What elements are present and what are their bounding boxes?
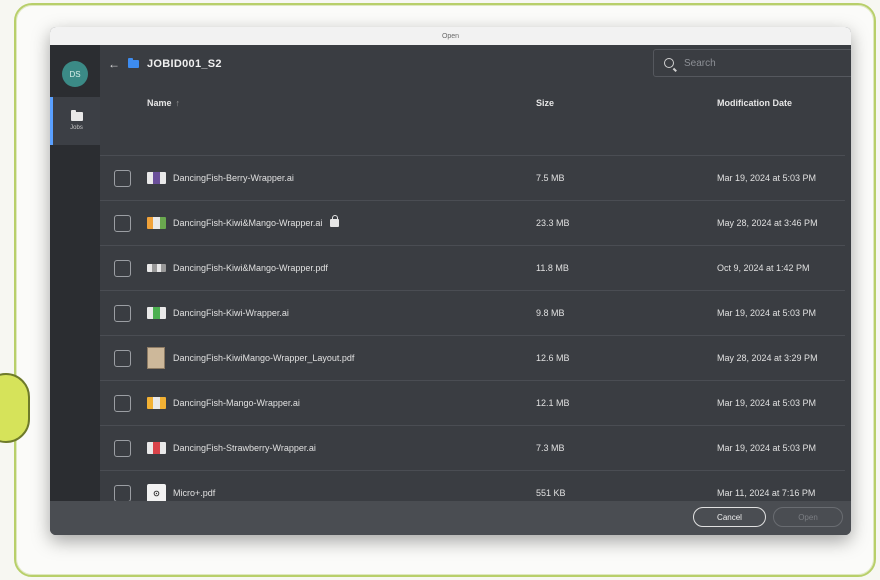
- file-date: Oct 9, 2024 at 1:42 PM: [717, 263, 810, 273]
- rail-item-jobs[interactable]: Jobs: [50, 97, 100, 145]
- file-date: Mar 19, 2024 at 5:03 PM: [717, 398, 817, 408]
- arrow-left-icon[interactable]: ←: [108, 57, 122, 71]
- row-checkbox[interactable]: [114, 484, 131, 502]
- file-date: May 28, 2024 at 3:29 PM: [717, 353, 818, 363]
- open-button[interactable]: Open: [773, 507, 843, 527]
- file-thumbnail: [147, 264, 166, 272]
- file-name: DancingFish-Strawberry-Wrapper.ai: [173, 443, 316, 453]
- table-row[interactable]: DancingFish-Mango-Wrapper.ai 12.1 MB Mar…: [100, 380, 845, 425]
- file-thumbnail: [147, 347, 165, 369]
- file-size: 11.8 MB: [536, 263, 569, 273]
- lock-icon: [330, 215, 340, 227]
- file-size: 9.8 MB: [536, 308, 565, 318]
- pdf-file-icon: ⊙: [147, 483, 166, 503]
- column-header-name[interactable]: Name ↑: [147, 98, 180, 108]
- file-date: May 28, 2024 at 3:46 PM: [717, 218, 818, 228]
- file-name: DancingFish-Mango-Wrapper.ai: [173, 398, 300, 408]
- file-size: 7.3 MB: [536, 443, 565, 453]
- avatar[interactable]: DS: [62, 61, 88, 87]
- sort-ascending-icon: ↑: [175, 98, 181, 108]
- row-checkbox[interactable]: [114, 259, 131, 277]
- nav-bar: ← JOBID001_S2: [100, 45, 851, 83]
- file-list: DancingFish-Berry-Wrapper.ai 7.5 MB Mar …: [100, 155, 845, 515]
- row-checkbox[interactable]: [114, 439, 131, 457]
- file-date: Mar 19, 2024 at 5:03 PM: [717, 443, 817, 453]
- file-date: Mar 19, 2024 at 5:03 PM: [717, 173, 817, 183]
- file-name: DancingFish-Kiwi&Mango-Wrapper.ai: [173, 215, 340, 228]
- file-name: DancingFish-KiwiMango-Wrapper_Layout.pdf: [173, 353, 355, 363]
- table-header: Name↑ Size Modification Date ⋮: [100, 83, 851, 123]
- file-size: 7.5 MB: [536, 173, 565, 183]
- file-size: 12.1 MB: [536, 398, 570, 408]
- cancel-button[interactable]: Cancel: [693, 507, 766, 527]
- current-folder-title: JOBID001_S2: [147, 58, 222, 70]
- file-name: Micro+.pdf: [173, 488, 216, 498]
- row-checkbox[interactable]: [114, 304, 131, 322]
- window-title: Open: [50, 27, 851, 45]
- file-date: Mar 11, 2024 at 7:16 PM: [717, 488, 816, 498]
- file-thumbnail: [147, 172, 166, 184]
- file-size: 551 KB: [536, 488, 566, 498]
- row-checkbox[interactable]: [114, 214, 131, 232]
- file-browser: ← JOBID001_S2 Name↑ Size Modification Da…: [100, 45, 851, 519]
- search-input[interactable]: [684, 57, 851, 69]
- folder-icon: [128, 58, 139, 68]
- table-row[interactable]: DancingFish-Berry-Wrapper.ai 7.5 MB Mar …: [100, 155, 845, 200]
- file-thumbnail: [147, 217, 166, 229]
- open-dialog: Open DS Jobs ← JOBID001_S2 Name↑ Size Mo…: [50, 27, 851, 535]
- file-size: 23.3 MB: [536, 218, 570, 228]
- file-thumbnail: [147, 397, 166, 409]
- table-row[interactable]: DancingFish-KiwiMango-Wrapper_Layout.pdf…: [100, 335, 845, 380]
- row-checkbox[interactable]: [114, 394, 131, 412]
- folder-icon: [70, 109, 83, 121]
- side-rail: DS Jobs: [50, 45, 100, 519]
- file-thumbnail: [147, 307, 166, 319]
- search-box[interactable]: [653, 49, 851, 77]
- side-handle: [0, 373, 30, 443]
- file-size: 12.6 MB: [536, 353, 570, 363]
- file-date: Mar 19, 2024 at 5:03 PM: [717, 308, 817, 318]
- search-icon: [664, 58, 674, 68]
- row-checkbox[interactable]: [114, 349, 131, 367]
- file-thumbnail: [147, 442, 166, 454]
- file-name: DancingFish-Kiwi&Mango-Wrapper.pdf: [173, 263, 328, 273]
- file-name: DancingFish-Kiwi-Wrapper.ai: [173, 308, 289, 318]
- row-checkbox[interactable]: [114, 169, 131, 187]
- table-row[interactable]: DancingFish-Kiwi-Wrapper.ai 9.8 MB Mar 1…: [100, 290, 845, 335]
- rail-item-label: Jobs: [70, 124, 83, 131]
- table-row[interactable]: DancingFish-Kiwi&Mango-Wrapper.ai 23.3 M…: [100, 200, 845, 245]
- table-row[interactable]: DancingFish-Strawberry-Wrapper.ai 7.3 MB…: [100, 425, 845, 470]
- table-row[interactable]: DancingFish-Kiwi&Mango-Wrapper.pdf 11.8 …: [100, 245, 845, 290]
- column-header-date[interactable]: Modification Date: [717, 98, 792, 108]
- column-header-size[interactable]: Size: [536, 98, 554, 108]
- file-name: DancingFish-Berry-Wrapper.ai: [173, 173, 294, 183]
